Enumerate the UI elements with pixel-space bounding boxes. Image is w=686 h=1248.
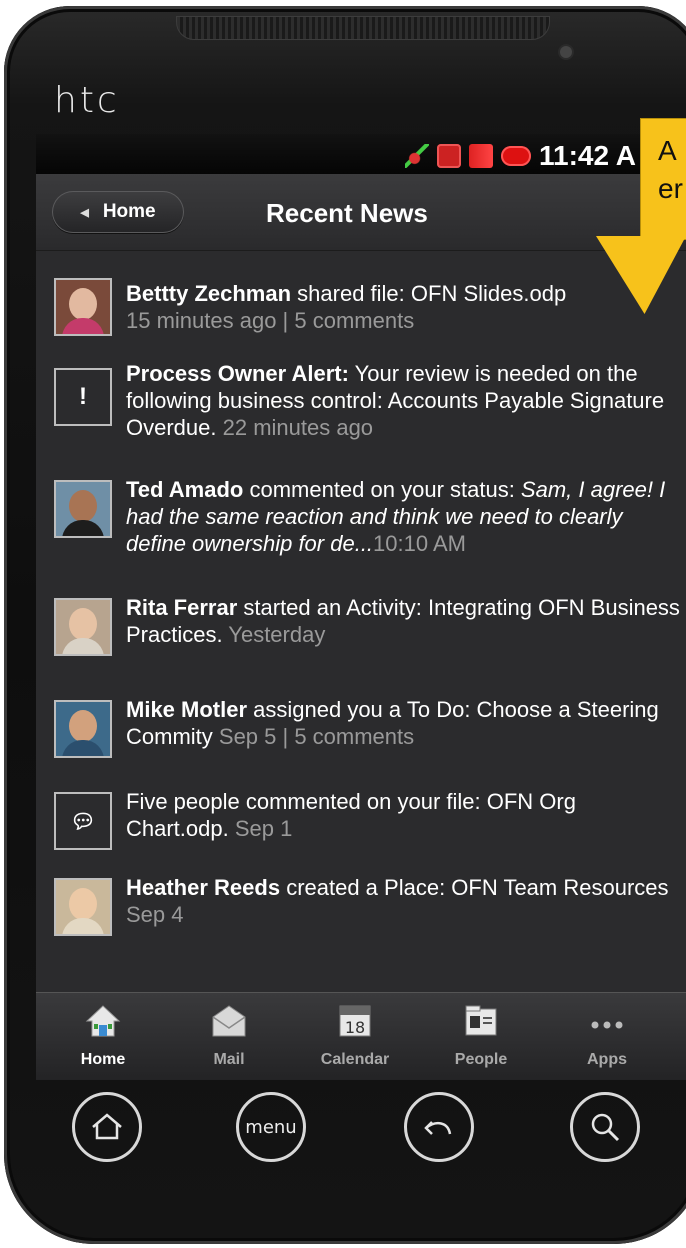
feed-author: Ted Amado [126,477,244,502]
feed-author: Heather Reeds [126,875,281,900]
avatar [54,598,112,656]
home-icon [85,1005,121,1037]
comment-icon: 💬︎ [54,792,112,850]
callout-line-2: er [658,173,683,204]
feed-meta: 10:10 AM [373,531,466,556]
avatar [54,700,112,758]
people-icon [465,1005,497,1036]
feed-author: Mike Motler [126,697,248,722]
chevron-left-icon: ◀ [80,206,89,219]
tab-apps[interactable]: Apps [544,993,670,1080]
feed-text: commented on your status: [243,477,521,502]
search-icon [591,1113,620,1142]
feed-item[interactable]: Rita Ferrar started an Activity: Integra… [36,594,686,674]
bottom-tab-bar: Home Mail 18 Calendar People Apps [36,992,686,1080]
tab-people[interactable]: People [418,993,544,1080]
feed-item[interactable]: Ted Amado commented on your status: Sam,… [36,476,686,576]
tab-label: Mail [213,1051,245,1068]
feed-item[interactable]: Mike Motler assigned you a To Do: Choose… [36,696,686,776]
feed-meta: Sep 4 [126,902,184,927]
feed-meta: Sep 5 | 5 comments [212,724,415,749]
alert-icon: ! [54,368,112,426]
hardware-search-button[interactable] [570,1092,640,1162]
tab-label: Apps [587,1051,627,1068]
hardware-back-button[interactable] [404,1092,474,1162]
feed-item[interactable]: Heather Reeds created a Place: OFN Team … [36,874,686,954]
mail-icon [212,1005,246,1037]
avatar [54,278,112,336]
calendar-icon: 18 [339,1005,371,1037]
battery-icon [500,146,531,166]
notification-icon [436,144,461,168]
back-home-label: Home [102,201,156,222]
back-home-button[interactable]: ◀ Home [52,191,184,233]
callout-line-1: A [658,135,677,166]
status-bar: 11:42 A [36,134,686,174]
feed-text: created a Place: OFN Team Resources [280,875,669,900]
signal-icon [468,144,493,168]
tab-label: Home [80,1051,126,1068]
app-header: ◀ Home Recent News [36,174,686,251]
sync-icon [404,144,429,168]
hardware-home-button[interactable] [72,1092,142,1162]
feed-item[interactable]: ! Process Owner Alert: Your review is ne… [36,360,686,460]
feed-author: Bettty Zechman [126,281,292,306]
menu-label: menu [245,1116,297,1138]
feed-author: Rita Ferrar [126,595,238,620]
brand-logo: htc [54,80,120,121]
tab-home[interactable]: Home [40,993,166,1080]
earpiece-speaker [176,16,550,40]
home-outline-icon [92,1113,122,1140]
feed-item[interactable]: 💬︎ Five people commented on your file: O… [36,788,686,868]
back-arrow-icon [424,1121,452,1135]
tab-mail[interactable]: Mail [166,993,292,1080]
feed-meta: Yesterday [222,622,326,647]
feed-meta: 22 minutes ago [216,415,374,440]
avatar [54,878,112,936]
annotation-callout-text: A er [658,132,683,208]
feed-meta: Sep 1 [228,816,293,841]
hardware-menu-button[interactable]: menu [236,1092,306,1162]
front-camera [560,46,572,58]
tab-calendar[interactable]: 18 Calendar [292,993,418,1080]
feed-meta: 15 minutes ago | 5 comments [126,308,415,333]
avatar [54,480,112,538]
calendar-day: 18 [345,1018,365,1037]
feed-text: shared file: OFN Slides.odp [291,281,567,306]
feed-text: Five people commented on your file: OFN … [126,789,576,841]
status-time: 11:42 A [538,140,636,171]
tab-label: People [454,1051,508,1068]
apps-icon [591,1021,623,1029]
tab-label: Calendar [320,1051,390,1068]
feed-author: Process Owner Alert: [126,361,349,386]
page-title: Recent News [266,198,428,228]
